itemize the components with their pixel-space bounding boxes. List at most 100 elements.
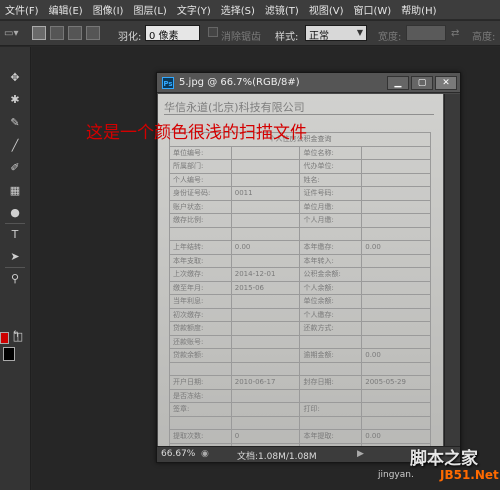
field-value [230,226,301,241]
close-button[interactable]: ✕ [435,76,457,90]
watermark-site-name: 脚本之家 [410,449,478,469]
menu-view[interactable]: 视图(V) [304,2,349,17]
menu-edit[interactable]: 编辑(E) [44,2,88,17]
field-label: 贷款额度: [169,321,232,336]
quick-mask-icon[interactable]: ◫ [9,328,27,346]
swap-dimensions-icon[interactable]: ⇄ [451,28,459,39]
field-label: 上次缴存: [169,267,232,282]
antialias-checkbox[interactable] [208,27,218,37]
field-value [361,267,431,282]
zoom-tool-icon[interactable]: ⚲ [6,270,24,288]
field-label: 还款账号: [169,334,232,349]
field-label: 签章: [169,402,232,417]
background-color-swatch[interactable] [3,347,15,361]
magic-wand-tool-icon[interactable]: ✱ [6,91,24,109]
field-value: 2010-06-17 [230,375,301,390]
field-value [361,213,431,228]
width-input[interactable] [406,25,446,41]
menu-file[interactable]: 文件(F) [0,2,44,17]
field-value [361,199,431,214]
watermark-domain: JB51.Net [440,468,499,482]
field-value: 2005-05-29 [361,375,431,390]
field-label: 本年支取: [169,253,232,268]
menu-image[interactable]: 图像(I) [88,2,129,17]
minimize-button[interactable]: ▁ [387,76,409,90]
table-row [169,361,431,376]
add-selection-button[interactable] [50,26,64,40]
table-row: 账户状态: 单位月缴: [169,199,431,214]
field-label [299,334,363,349]
menu-help[interactable]: 帮助(H) [396,2,441,17]
document-info: 文档:1.08M/1.08M [237,452,317,462]
brush-tool-icon[interactable]: ╱ [6,137,24,155]
feather-input[interactable]: 0 像素 [145,25,200,42]
field-label: 打印: [299,402,363,417]
status-menu-arrow-icon[interactable]: ▶ [357,449,364,459]
field-label: 身份证号码: [169,186,232,201]
field-label: 提取次数: [169,429,232,444]
move-tool-icon[interactable]: ✥ [6,69,24,87]
document-titlebar[interactable]: Ps 5.jpg @ 66.7%(RGB/8#) ▁ ▢ ✕ [157,73,460,93]
field-label [299,361,363,376]
field-label: 个人余额: [299,280,363,295]
table-row: 签章: 打印: [169,402,431,417]
table-row: 提取次数: 0 本年提取: 0.00 [169,429,431,444]
path-selection-tool-icon[interactable]: ➤ [6,248,24,266]
feather-label: 羽化: [118,32,142,43]
company-name: 华信永道(北京)科技有限公司 [164,101,305,114]
table-row: 个人编号: 姓名: [169,172,431,187]
gradient-tool-icon[interactable]: ▦ [6,182,24,200]
field-label: 单位名称: [299,145,363,160]
table-row: 是否冻结: [169,388,431,403]
field-label [169,226,232,241]
zoom-level[interactable]: 66.67% [161,449,195,459]
menu-select[interactable]: 选择(S) [216,2,260,17]
field-value [361,388,431,403]
menu-bar: 文件(F) 编辑(E) 图像(I) 图层(L) 文字(Y) 选择(S) 滤镜(T… [0,0,500,20]
intersect-selection-button[interactable] [86,26,100,40]
menu-layer[interactable]: 图层(L) [128,2,171,17]
table-row: 当年利息: 单位余额: [169,294,431,309]
field-label: 账户状态: [169,199,232,214]
type-tool-icon[interactable]: T [6,226,24,244]
dodge-tool-icon[interactable]: ● [6,204,24,222]
field-label: 贷款余额: [169,348,232,363]
menu-filter[interactable]: 滤镜(T) [260,2,304,17]
field-label: 姓名: [299,172,363,187]
field-value [361,172,431,187]
subtract-selection-button[interactable] [68,26,82,40]
menu-type[interactable]: 文字(Y) [172,2,216,17]
table-row: 缴至年月: 2015-06 个人余额: [169,280,431,295]
field-value: 0.00 [230,240,301,255]
field-label: 个人编号: [169,172,232,187]
maximize-button[interactable]: ▢ [411,76,433,90]
field-value [361,334,431,349]
scanned-document: 华信永道(北京)科技有限公司 个人住房公积金查询 单位编号: 单位名称: 所属部门: 代… [158,94,443,446]
style-select[interactable]: 正常 ▼ [305,25,367,42]
field-label: 单位编号: [169,145,232,160]
status-icon: ◉ [201,449,209,459]
field-value: 2015-06 [230,280,301,295]
field-value [230,159,301,174]
vertical-scrollbar[interactable] [444,94,460,446]
field-value [361,307,431,322]
photoshop-icon: Ps [162,77,174,89]
field-label [169,415,232,430]
field-value [361,186,431,201]
field-value [361,145,431,160]
field-value [230,145,301,160]
document-title: 5.jpg @ 66.7%(RGB/8#) [179,77,300,88]
new-selection-button[interactable] [32,26,46,40]
options-bar: ▭▾ 羽化: 0 像素 消除锯齿 样式: 正常 ▼ 宽度: ⇄ 高度: [0,21,500,46]
field-value [230,213,301,228]
field-label [299,415,363,430]
field-value [230,307,301,322]
field-value [230,402,301,417]
field-value [361,226,431,241]
tool-preset-icon[interactable]: ▭▾ [4,28,18,39]
foreground-color-swatch[interactable] [0,332,9,344]
history-brush-tool-icon[interactable]: ✐ [6,159,24,177]
menu-window[interactable]: 窗口(W) [348,2,396,17]
tools-panel: ✥ ✱ ✎ ╱ ✐ ▦ ● T ➤ ⚲ ↰ ◫ [0,47,31,490]
eyedropper-tool-icon[interactable]: ✎ [6,114,24,132]
